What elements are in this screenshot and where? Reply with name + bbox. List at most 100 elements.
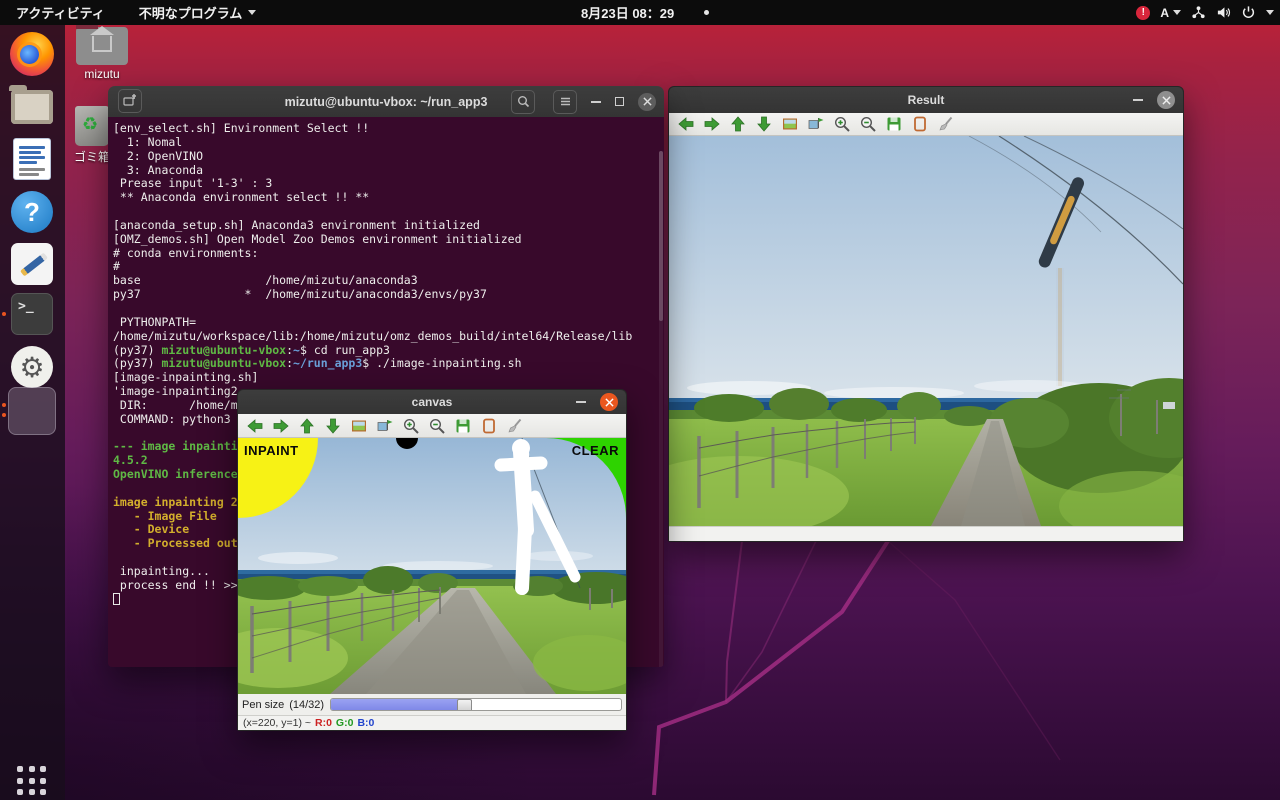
forward-icon[interactable] [272, 417, 289, 434]
up-icon[interactable] [298, 417, 315, 434]
terminal-line: [env_select.sh] Environment Select !! [113, 122, 662, 136]
input-method-button[interactable]: A [1160, 6, 1181, 20]
terminal-scrollbar[interactable] [659, 151, 663, 667]
maximize-button[interactable] [615, 97, 624, 106]
canvas-title: canvas [412, 395, 453, 409]
clear-button[interactable]: CLEAR [572, 443, 619, 458]
terminal-line: 1: Nomal [113, 136, 662, 150]
save-icon[interactable] [885, 116, 902, 133]
dock-text-editor[interactable] [8, 240, 56, 288]
result-image [669, 136, 1183, 526]
close-button[interactable] [638, 93, 656, 111]
running-indicator [2, 413, 6, 417]
home-folder-label: mizutu [70, 67, 134, 81]
result-statusbar [669, 526, 1183, 541]
settings-gear-icon: ⚙ [11, 346, 53, 388]
terminal-title: mizutu@ubuntu-vbox: ~/run_app3 [285, 95, 488, 109]
terminal-titlebar[interactable]: mizutu@ubuntu-vbox: ~/run_app3 [108, 86, 664, 117]
result-window: Result [668, 86, 1184, 542]
inpaint-button[interactable]: INPAINT [244, 443, 299, 458]
close-button[interactable] [600, 393, 618, 411]
pen-size-value: (14/32) [289, 699, 324, 711]
update-badge-icon[interactable]: ! [1136, 6, 1150, 20]
zoom-out-icon[interactable] [428, 417, 445, 434]
minimize-button[interactable] [1133, 99, 1143, 101]
pan-icon[interactable] [807, 116, 824, 133]
slider-fill [331, 699, 459, 710]
forward-icon[interactable] [703, 116, 720, 133]
volume-icon[interactable] [1216, 5, 1231, 20]
canvas-drawing-area[interactable]: INPAINT CLEAR [238, 438, 626, 694]
notification-dot-icon [704, 10, 709, 15]
running-indicator [2, 403, 6, 407]
dock-settings[interactable]: ⚙ [8, 343, 56, 391]
terminal-line: [OMZ_demos.sh] Open Model Zoo Demos envi… [113, 233, 662, 247]
pan-icon[interactable] [376, 417, 393, 434]
zoom-in-icon[interactable] [833, 116, 850, 133]
result-titlebar[interactable]: Result [669, 87, 1183, 113]
terminal-line: PYTHONPATH= [113, 316, 662, 330]
app-menu-button[interactable]: 不明なプログラム [139, 3, 257, 22]
properties-icon[interactable] [480, 417, 497, 434]
red-value: R:0 [315, 717, 332, 729]
terminal-line: [anaconda_setup.sh] Anaconda3 environmen… [113, 219, 662, 233]
canvas-statusbar: (x=220, y=1) ~ R:0 G:0 B:0 [238, 715, 626, 730]
desktop-icon-home[interactable]: mizutu [70, 27, 134, 81]
clean-icon[interactable] [506, 417, 523, 434]
clock-label: 8月23日 08：29 [581, 3, 674, 22]
slider-handle[interactable] [457, 699, 472, 711]
dock-libreoffice-writer[interactable] [8, 135, 56, 183]
search-icon[interactable] [511, 90, 535, 114]
canvas-toolbar [238, 414, 626, 438]
clock-button[interactable]: 8月23日 08：29 [581, 0, 709, 25]
terminal-line: [image-inpainting.sh] [113, 371, 662, 385]
up-icon[interactable] [729, 116, 746, 133]
down-icon[interactable] [755, 116, 772, 133]
down-icon[interactable] [324, 417, 341, 434]
power-icon[interactable] [1241, 5, 1256, 20]
new-tab-button[interactable] [118, 89, 142, 113]
terminal-icon: >_ [11, 293, 53, 335]
save-icon[interactable] [454, 417, 471, 434]
close-button[interactable] [1157, 91, 1175, 109]
back-icon[interactable] [677, 116, 694, 133]
terminal-line: base /home/mizutu/anaconda3 [113, 274, 662, 288]
terminal-line: 3: Anaconda [113, 164, 662, 178]
terminal-line: 2: OpenVINO [113, 150, 662, 164]
minimize-button[interactable] [576, 401, 586, 403]
chevron-down-icon[interactable] [1266, 10, 1274, 15]
terminal-line: ** Anaconda environment select !! ** [113, 191, 662, 205]
green-value: G:0 [336, 717, 354, 729]
back-icon[interactable] [246, 417, 263, 434]
zoom-out-icon[interactable] [859, 116, 876, 133]
menu-icon[interactable] [553, 90, 577, 114]
image-icon[interactable] [350, 417, 367, 434]
clean-icon[interactable] [937, 116, 954, 133]
pen-size-slider[interactable] [330, 698, 622, 711]
terminal-cursor [113, 593, 120, 605]
dock-firefox[interactable] [8, 30, 56, 78]
blue-value: B:0 [357, 717, 374, 729]
terminal-line: py37 * /home/mizutu/anaconda3/envs/py37 [113, 288, 662, 302]
unknown-app-icon [8, 387, 56, 435]
dock-files[interactable] [8, 83, 56, 131]
network-icon[interactable] [1191, 5, 1206, 20]
zoom-in-icon[interactable] [402, 417, 419, 434]
running-indicator [2, 312, 6, 316]
image-icon[interactable] [781, 116, 798, 133]
canvas-titlebar[interactable]: canvas [238, 390, 626, 414]
properties-icon[interactable] [911, 116, 928, 133]
trash-icon [75, 106, 109, 146]
dock-help[interactable]: ? [8, 188, 56, 236]
chevron-down-icon [1173, 10, 1181, 15]
activities-button[interactable]: アクティビティ [10, 3, 111, 22]
minimize-button[interactable] [591, 101, 601, 103]
help-icon: ? [11, 191, 53, 233]
dock-terminal[interactable]: >_ [8, 290, 56, 338]
writer-icon [13, 138, 51, 180]
dock-unknown-app[interactable] [8, 387, 56, 435]
show-applications-button[interactable] [14, 763, 50, 799]
terminal-line [113, 205, 662, 219]
pen-size-label: Pen size [242, 699, 284, 711]
terminal-line [113, 302, 662, 316]
